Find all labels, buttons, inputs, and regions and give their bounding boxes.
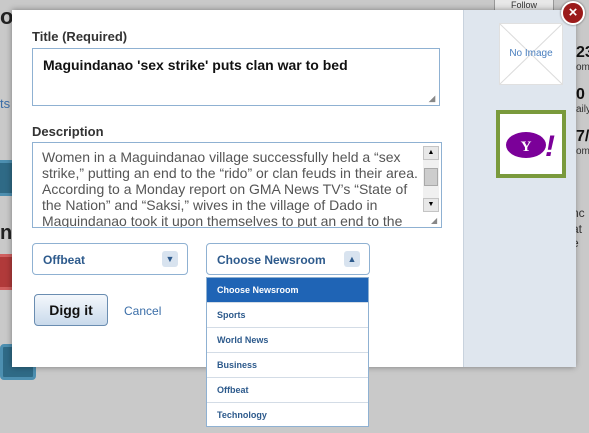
bg-text-fragment: ts bbox=[0, 96, 11, 111]
description-label: Description bbox=[32, 124, 104, 139]
description-value: Women in a Maguindanao village successfu… bbox=[42, 149, 418, 228]
bg-text-fragment: aily bbox=[576, 104, 589, 115]
title-label: Title (Required) bbox=[32, 29, 128, 44]
topic-select-value: Offbeat bbox=[43, 253, 85, 267]
newsroom-option[interactable]: Technology bbox=[207, 403, 368, 428]
bg-text-fragment: om bbox=[576, 62, 589, 73]
close-icon[interactable]: × bbox=[561, 1, 585, 25]
no-image-thumbnail[interactable]: No Image bbox=[499, 23, 563, 85]
newsroom-option[interactable]: World News bbox=[207, 328, 368, 353]
thumbnail-panel: No Image Y ! bbox=[463, 10, 576, 367]
topic-select[interactable]: Offbeat ▼ bbox=[32, 243, 188, 275]
newsroom-option[interactable]: Business bbox=[207, 353, 368, 378]
description-textarea[interactable]: Women in a Maguindanao village successfu… bbox=[32, 142, 442, 228]
resize-grip-icon[interactable]: ◢ bbox=[429, 95, 438, 104]
yahoo-logo-exclaim: ! bbox=[545, 130, 555, 163]
bg-text-fragment: 7/ bbox=[576, 128, 589, 145]
yahoo-logo-icon: Y ! bbox=[506, 130, 555, 163]
bg-text-fragment: 0 bbox=[576, 86, 585, 103]
newsroom-option[interactable]: Sports bbox=[207, 303, 368, 328]
chevron-up-icon: ▲ bbox=[344, 251, 360, 267]
chevron-down-icon: ▼ bbox=[162, 251, 178, 267]
bg-text-fragment: om bbox=[576, 146, 589, 157]
cancel-link[interactable]: Cancel bbox=[124, 304, 161, 318]
newsroom-dropdown-list: Choose Newsroom Sports World News Busine… bbox=[206, 277, 369, 427]
yahoo-logo-letter: Y bbox=[521, 139, 532, 155]
newsroom-option[interactable]: Choose Newsroom bbox=[207, 278, 368, 303]
newsroom-select-value: Choose Newsroom bbox=[217, 253, 326, 267]
title-input-value: Maguindanao 'sex strike' puts clan war t… bbox=[43, 57, 348, 73]
newsroom-option[interactable]: Offbeat bbox=[207, 378, 368, 403]
yahoo-thumbnail[interactable]: Y ! bbox=[496, 110, 566, 178]
scroll-down-icon[interactable]: ▼ bbox=[423, 198, 439, 212]
bg-text-fragment: 23 bbox=[576, 44, 589, 61]
description-scrollbar[interactable]: ▲ ▼ bbox=[423, 146, 439, 212]
scroll-thumb[interactable] bbox=[424, 168, 438, 186]
newsroom-select[interactable]: Choose Newsroom ▲ bbox=[206, 243, 370, 275]
title-input[interactable]: Maguindanao 'sex strike' puts clan war t… bbox=[32, 48, 440, 106]
digg-it-button[interactable]: Digg it bbox=[34, 294, 108, 326]
no-image-label: No Image bbox=[509, 48, 553, 59]
scroll-up-icon[interactable]: ▲ bbox=[423, 146, 439, 160]
resize-grip-icon[interactable]: ◢ bbox=[431, 217, 440, 226]
